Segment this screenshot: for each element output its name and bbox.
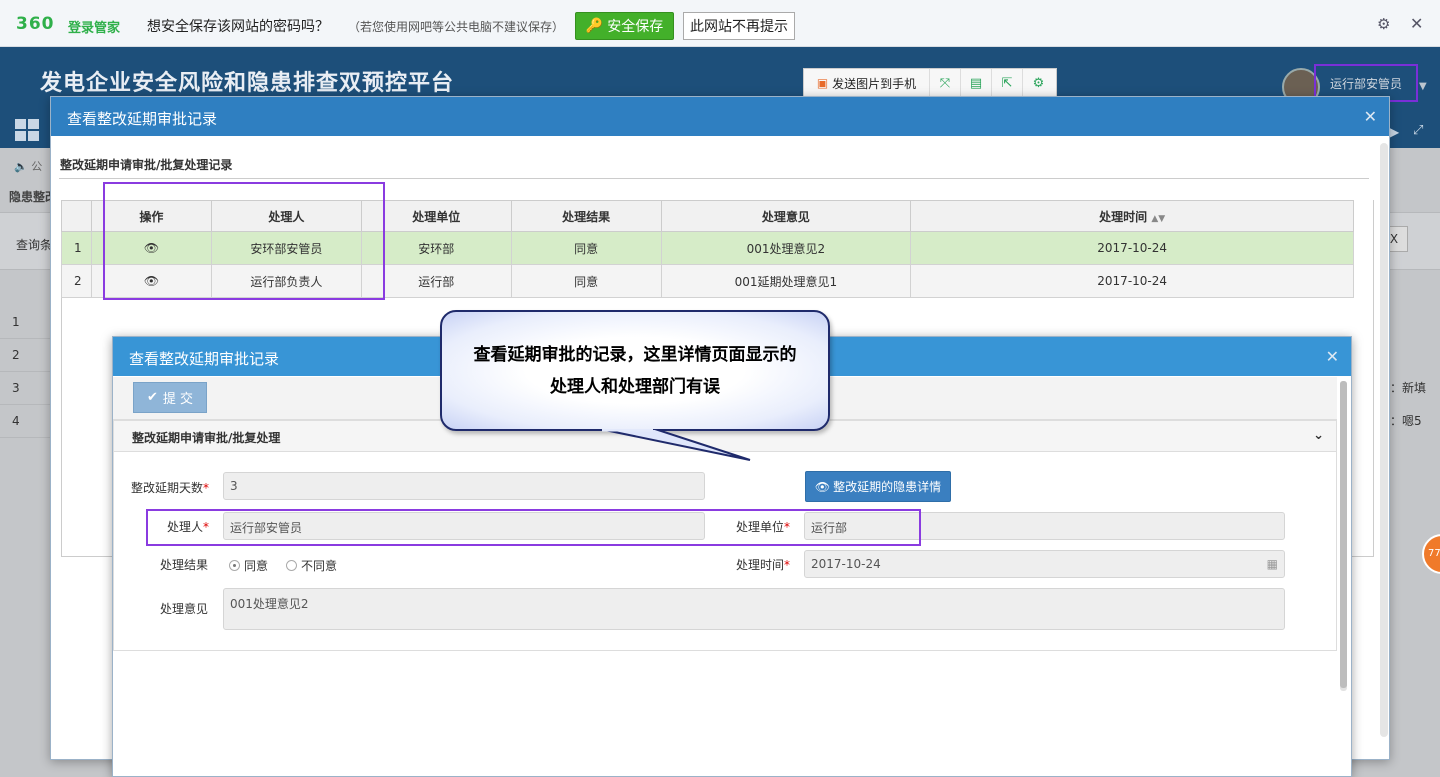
bg-row-right-text: ：新填 ：嗯5 (1390, 370, 1440, 436)
submit-label: 提 交 (162, 392, 194, 407)
bg-row-numbers: 1 2 3 4 (0, 306, 50, 438)
send-to-phone-button[interactable]: ▣ 发送图片到手机 (804, 69, 930, 97)
scrollbar-thumb[interactable] (1340, 381, 1347, 688)
eye-icon: 👁 (814, 479, 831, 494)
chevron-down-icon[interactable]: ⌄ (1313, 428, 1324, 443)
expand-icon[interactable]: ⤧ (930, 69, 961, 97)
row-number: 1 (61, 231, 92, 265)
share-icon[interactable]: ⇱ (992, 69, 1023, 97)
send-to-phone-label: 发送图片到手机 (832, 76, 917, 91)
cell-result: 同意 (510, 264, 662, 298)
login-manager-label: 登录管家 (68, 21, 121, 36)
column-header-time[interactable]: 处理时间 ▲▼ (910, 200, 1354, 232)
scrollbar[interactable] (1380, 143, 1388, 737)
column-header-opinion[interactable]: 处理意见 (660, 200, 912, 232)
scrollbar[interactable] (1340, 381, 1347, 691)
password-save-bar: 360 登录管家 想安全保存该网站的密码吗？ （若您使用网吧等公共电脑不建议保存… (0, 0, 1440, 47)
submit-button[interactable]: ✔ 提 交 (133, 382, 207, 413)
never-prompt-button[interactable]: 此网站不再提示 (683, 12, 795, 40)
cell-opinion: 001延期处理意见1 (660, 264, 912, 298)
result-label: 处理结果 (160, 558, 209, 572)
section-title: 整改延期申请审批/批复处理记录 (60, 158, 233, 172)
annotation-callout: 查看延期审批的记录，这里详情页面显示的 处理人和处理部门有误 (440, 310, 830, 431)
time-label-text: 处理时间 (736, 558, 785, 572)
time-field[interactable]: 2017-10-24 ▦ (804, 550, 1285, 578)
time-label: 处理时间* (736, 556, 790, 573)
cell-time: 2017-10-24 (910, 264, 1354, 298)
key-icon: 🔑 (585, 18, 604, 34)
modal-title: 查看整改延期审批记录 (129, 350, 280, 368)
bg-row-text: ：新填 (1390, 381, 1427, 395)
safe-save-button[interactable]: 🔑 安全保存 (575, 12, 674, 40)
cell-result: 同意 (510, 231, 662, 265)
hazard-detail-button[interactable]: 👁 整改延期的隐患详情 (805, 471, 951, 502)
chevron-down-icon[interactable]: ▼ (1419, 81, 1427, 92)
bg-row-number: 2 (0, 339, 50, 372)
platform-title: 发电企业安全风险和隐患排查双预控平台 (40, 70, 455, 96)
days-label: 整改延期天数* (131, 479, 209, 496)
hazard-detail-label: 整改延期的隐患详情 (833, 480, 942, 494)
bg-row-number: 1 (0, 306, 50, 339)
windows-start-icon[interactable] (15, 119, 39, 141)
callout-tail (599, 429, 751, 461)
modal-header: 查看整改延期审批记录 ✕ (51, 97, 1389, 136)
radio-disagree[interactable]: 不同意 (286, 557, 337, 574)
radio-disagree-dot[interactable] (286, 560, 297, 571)
360-logo: 360 (16, 14, 55, 34)
screenshot-toolbar: ▣ 发送图片到手机 ⤧ ▤ ⇱ ⚙ (803, 68, 1057, 98)
notice-text: 公 (31, 160, 43, 173)
radio-agree[interactable]: 同意 (229, 557, 268, 574)
opinion-label: 处理意见 (160, 602, 209, 616)
bg-row-text: ：嗯5 (1390, 414, 1422, 428)
safe-save-label: 安全保存 (607, 19, 664, 35)
column-header-num (61, 200, 92, 232)
divider (59, 178, 1369, 179)
fullscreen-icon[interactable]: ⤢ (1413, 123, 1423, 138)
highlight-box-table (103, 182, 385, 300)
radio-agree-label: 同意 (244, 559, 269, 573)
close-icon[interactable]: ✕ (1326, 347, 1339, 366)
column-header-result[interactable]: 处理结果 (510, 200, 662, 232)
cell-opinion: 001处理意见2 (660, 231, 912, 265)
opinion-textarea[interactable]: 001处理意见2 (223, 588, 1285, 630)
phone-icon: ▣ (816, 76, 829, 90)
save-password-question: 想安全保存该网站的密码吗？ (147, 19, 329, 35)
radio-disagree-label: 不同意 (301, 559, 338, 573)
time-value: 2017-10-24 (811, 557, 881, 571)
bg-row-number: 3 (0, 372, 50, 405)
gear-icon[interactable]: ⚙ (1377, 15, 1390, 33)
modal-title: 查看整改延期审批记录 (67, 110, 218, 128)
public-pc-note: （若您使用网吧等公共电脑不建议保存） (348, 20, 565, 34)
arrow-right-icon[interactable]: ▶ (1390, 125, 1399, 139)
required-mark: * (203, 481, 210, 495)
required-mark: * (784, 558, 791, 572)
close-icon[interactable]: ✕ (1364, 107, 1377, 126)
row-number: 2 (61, 264, 92, 298)
sort-icon[interactable]: ▲▼ (1151, 214, 1165, 224)
close-icon[interactable]: ✕ (1410, 14, 1423, 33)
panel-title: 整改延期申请审批/批复处理 (132, 431, 281, 445)
check-icon: ✔ (146, 390, 158, 405)
cell-time: 2017-10-24 (910, 231, 1354, 265)
calendar-icon[interactable]: ▦ (1267, 557, 1278, 571)
callout-line-2: 处理人和处理部门有误 (550, 376, 720, 397)
days-field[interactable]: 3 (223, 472, 705, 500)
days-label-text: 整改延期天数 (131, 481, 204, 495)
settings-icon[interactable]: ⚙ (1023, 69, 1054, 97)
radio-agree-dot[interactable] (229, 560, 240, 571)
time-header-label: 处理时间 (1099, 209, 1148, 224)
speaker-icon: 🔈 公 (14, 160, 43, 173)
callout-line-1: 查看延期审批的记录，这里详情页面显示的 (473, 344, 797, 365)
highlight-box-form (146, 509, 921, 546)
save-icon[interactable]: ▤ (961, 69, 992, 97)
bg-row-number: 4 (0, 405, 50, 438)
query-label: 查询条 (16, 238, 53, 252)
